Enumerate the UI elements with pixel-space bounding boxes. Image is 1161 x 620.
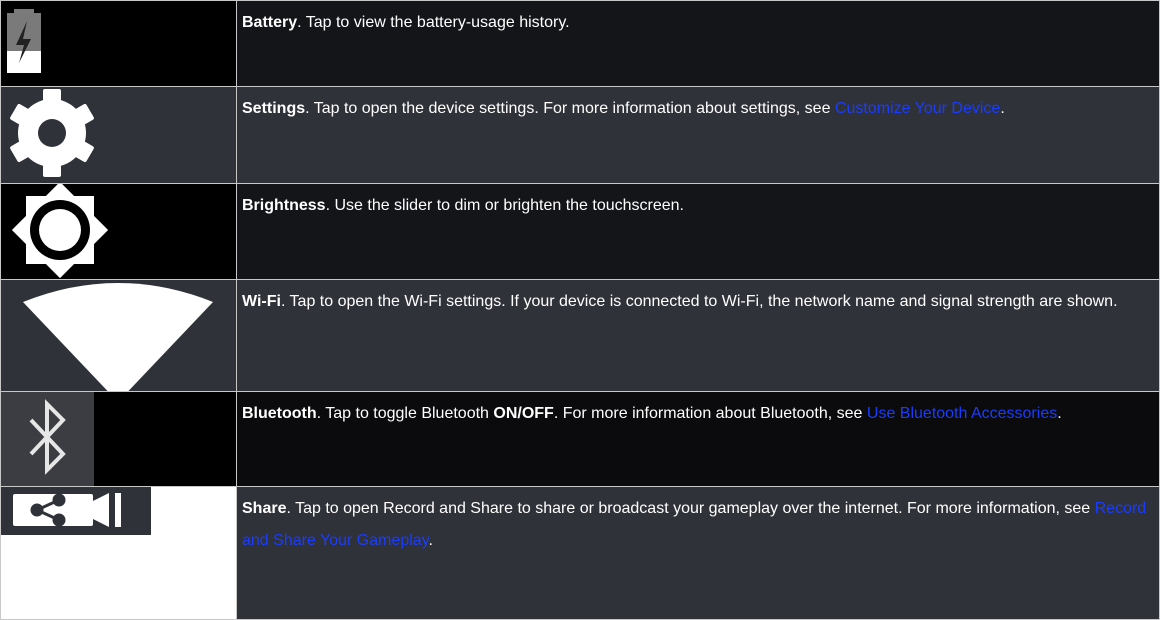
bluetooth-icon	[1, 392, 94, 486]
description-cell: Battery. Tap to view the battery-usage h…	[236, 0, 1160, 87]
table-row: Battery. Tap to view the battery-usage h…	[0, 0, 1160, 87]
description-cell: Bluetooth. Tap to toggle Bluetooth ON/OF…	[236, 391, 1160, 487]
icon-cell	[0, 391, 237, 487]
table-row: Brightness. Use the slider to dim or bri…	[0, 183, 1160, 280]
term-label: Share	[242, 500, 287, 517]
table-row: Wi-Fi. Tap to open the Wi-Fi settings. I…	[0, 279, 1160, 392]
description-text: . Tap to view the battery-usage history.	[297, 14, 570, 31]
description-cell: Settings. Tap to open the device setting…	[236, 86, 1160, 184]
icon-cell	[0, 279, 237, 392]
icon-cell	[0, 183, 237, 280]
quick-settings-table: Battery. Tap to view the battery-usage h…	[0, 0, 1160, 620]
description-cell: Share. Tap to open Record and Share to s…	[236, 486, 1160, 620]
description-text: . Tap to open the Wi-Fi settings. If you…	[280, 293, 1118, 310]
brightness-icon	[11, 184, 109, 279]
term-label: Brightness	[242, 197, 326, 214]
punctuation: .	[428, 532, 433, 549]
table-row: Settings. Tap to open the device setting…	[0, 86, 1160, 184]
table-row: Bluetooth. Tap to toggle Bluetooth ON/OF…	[0, 391, 1160, 487]
wifi-icon	[23, 283, 213, 391]
bluetooth-accessories-link[interactable]: Use Bluetooth Accessories	[867, 405, 1057, 422]
on-off-label: ON/OFF	[493, 405, 554, 422]
description-text: . Tap to open Record and Share to share …	[286, 500, 1095, 517]
description-text: . Tap to open the device settings. For m…	[305, 100, 835, 117]
punctuation: .	[1000, 100, 1005, 117]
icon-cell	[0, 0, 237, 87]
customize-link[interactable]: Customize Your Device	[835, 100, 1000, 117]
description-text-2: . For more information about Bluetooth, …	[553, 405, 867, 422]
description-text: . Tap to toggle Bluetooth	[316, 405, 494, 422]
share-icon	[1, 487, 151, 535]
description-cell: Wi-Fi. Tap to open the Wi-Fi settings. I…	[236, 279, 1160, 392]
icon-cell	[0, 86, 237, 184]
term-label: Bluetooth	[242, 405, 317, 422]
term-label: Settings	[242, 100, 306, 117]
punctuation: .	[1057, 405, 1062, 422]
gear-icon	[10, 89, 94, 177]
table-row: Share. Tap to open Record and Share to s…	[0, 486, 1160, 620]
icon-cell	[0, 486, 237, 620]
term-label: Wi-Fi	[242, 293, 281, 310]
battery-charging-icon	[7, 9, 41, 73]
term-label: Battery	[242, 14, 298, 31]
description-text: . Use the slider to dim or brighten the …	[325, 197, 684, 214]
description-cell: Brightness. Use the slider to dim or bri…	[236, 183, 1160, 280]
